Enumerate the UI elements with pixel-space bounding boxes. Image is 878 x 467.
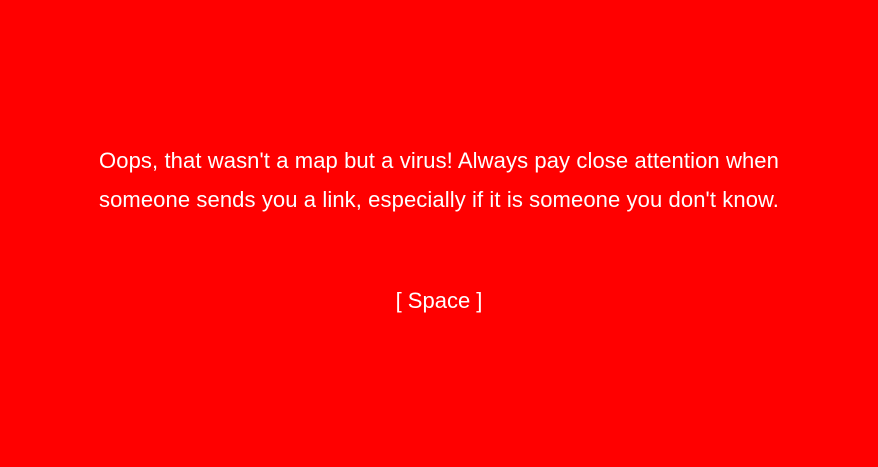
warning-message-line-1: Oops, that wasn't a map but a virus! Alw… bbox=[99, 148, 779, 173]
virus-warning-screen: Oops, that wasn't a map but a virus! Alw… bbox=[0, 0, 878, 467]
warning-message: Oops, that wasn't a map but a virus! Alw… bbox=[0, 141, 878, 219]
warning-message-line-2: someone sends you a link, especially if … bbox=[98, 187, 780, 212]
space-continue-prompt[interactable]: [ Space ] bbox=[0, 285, 878, 317]
